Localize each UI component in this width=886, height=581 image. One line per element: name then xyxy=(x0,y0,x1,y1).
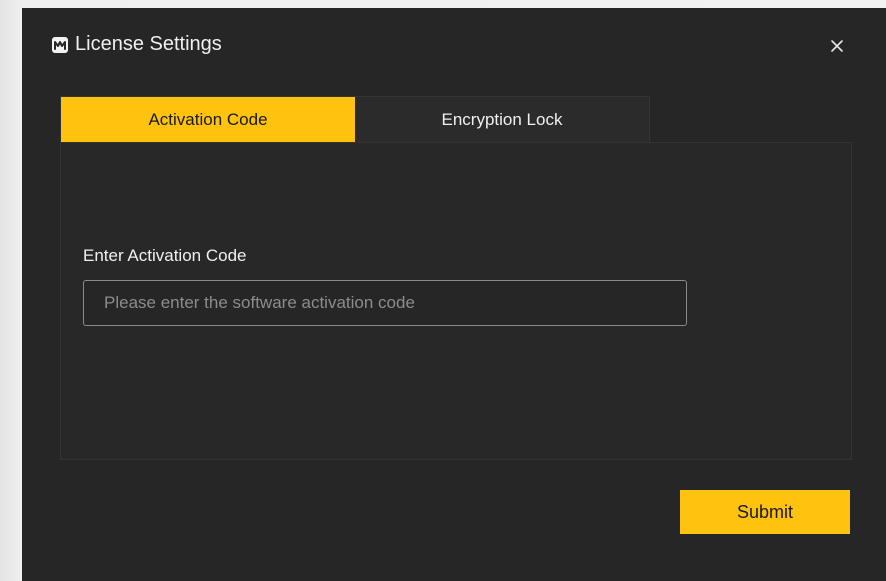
activation-code-label: Enter Activation Code xyxy=(83,246,247,265)
close-icon xyxy=(831,40,843,52)
app-logo-icon xyxy=(52,37,68,53)
tab-activation-code[interactable]: Activation Code xyxy=(61,97,355,143)
tab-bar: Activation Code Encryption Lock xyxy=(60,96,650,143)
dialog-title-bar: License Settings xyxy=(22,8,886,80)
tab-encryption-lock-label: Encryption Lock xyxy=(441,110,563,129)
activation-code-panel: Enter Activation Code xyxy=(60,142,852,460)
activation-code-input[interactable] xyxy=(83,280,687,326)
tab-activation-code-label: Activation Code xyxy=(148,110,268,129)
license-settings-dialog: License Settings Activation Code Encrypt… xyxy=(22,8,886,581)
tab-encryption-lock[interactable]: Encryption Lock xyxy=(355,97,649,143)
close-button[interactable] xyxy=(825,34,849,58)
submit-button[interactable]: Submit xyxy=(680,490,850,534)
dialog-title: License Settings xyxy=(75,33,222,55)
